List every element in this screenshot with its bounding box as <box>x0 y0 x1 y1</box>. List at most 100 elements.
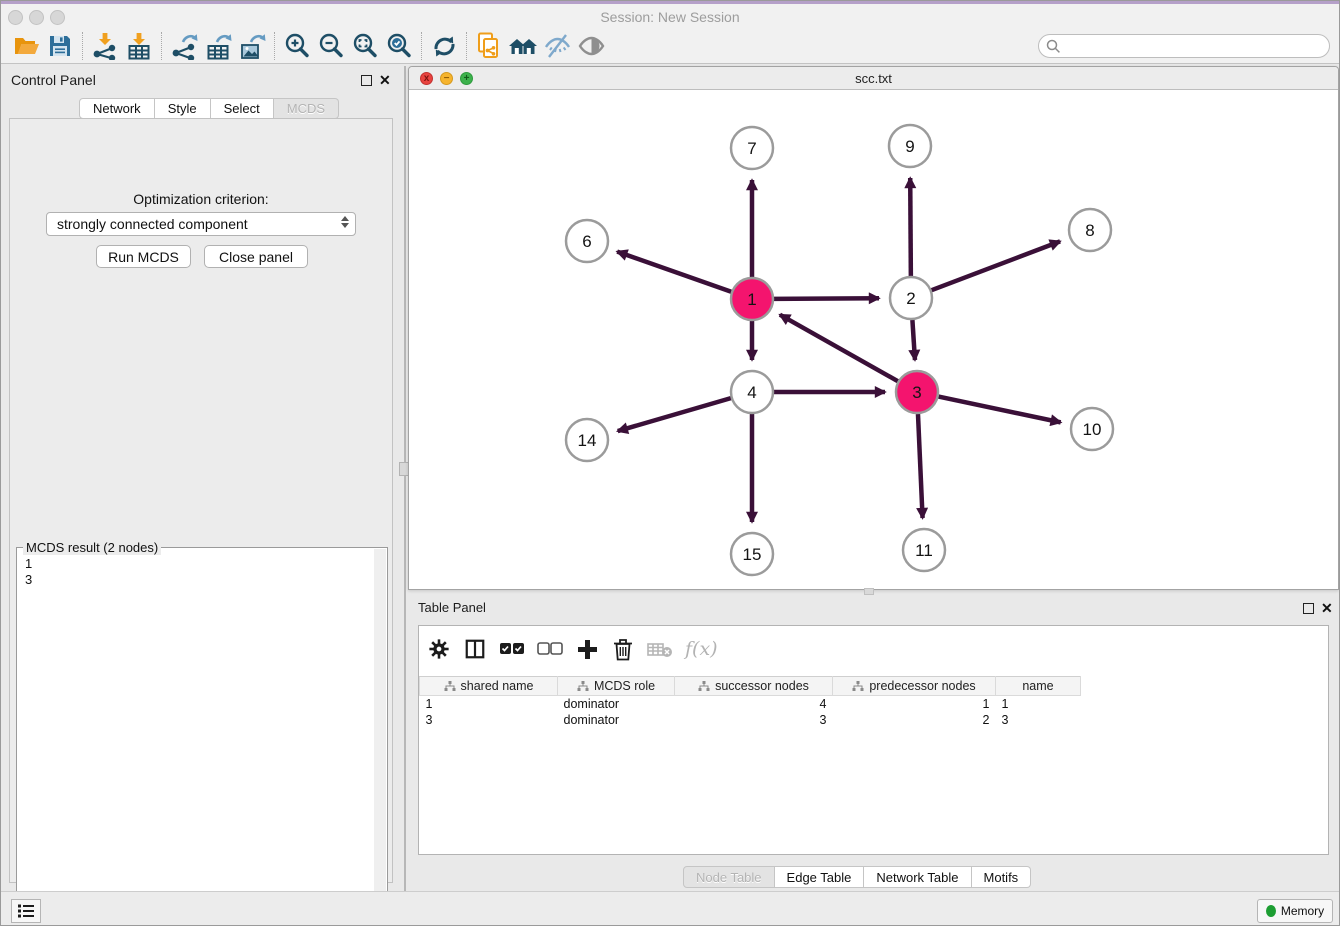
table-cell[interactable]: dominator <box>558 696 675 712</box>
graph-node-3[interactable]: 3 <box>896 371 938 413</box>
refresh-view-icon[interactable] <box>427 31 461 61</box>
export-table-icon[interactable] <box>201 31 235 61</box>
task-history-button[interactable] <box>11 899 41 923</box>
search-icon <box>1046 39 1061 54</box>
tab-network[interactable]: Network <box>79 98 155 119</box>
table-row[interactable]: 1dominator411 <box>420 696 1081 712</box>
graph-node-2[interactable]: 2 <box>890 277 932 319</box>
table-row[interactable]: 3dominator323 <box>420 712 1081 728</box>
mcds-panel: Optimization criterion: strongly connect… <box>9 118 393 883</box>
node-table[interactable]: shared nameMCDS rolesuccessor nodesprede… <box>419 676 1081 728</box>
edge-3-11[interactable] <box>918 414 923 518</box>
table-cell[interactable]: 3 <box>675 712 833 728</box>
memory-label: Memory <box>1281 904 1324 918</box>
import-table-icon[interactable] <box>122 31 156 61</box>
edge-4-14[interactable] <box>618 398 731 431</box>
apply-function-icon: f(x) <box>685 636 718 662</box>
table-cell[interactable]: 1 <box>833 696 996 712</box>
graph-node-15[interactable]: 15 <box>731 533 773 575</box>
network-view-window[interactable]: x − + scc.txt 1 2 3 4 6 7 8 9 10 11 14 15 <box>408 66 1339 590</box>
table-cell[interactable]: 2 <box>833 712 996 728</box>
result-scrollbar[interactable] <box>374 549 386 920</box>
panel-layout-icon[interactable] <box>463 636 487 662</box>
reset-layout-icon[interactable] <box>506 31 540 61</box>
graph-node-9[interactable]: 9 <box>889 125 931 167</box>
close-table-panel-icon[interactable]: ✕ <box>1321 603 1333 614</box>
tab-motifs[interactable]: Motifs <box>972 866 1032 888</box>
edge-2-3[interactable] <box>912 320 915 360</box>
zoom-fit-icon[interactable] <box>348 31 382 61</box>
deselect-all-rows-icon[interactable] <box>537 636 563 662</box>
add-column-icon[interactable] <box>575 636 599 662</box>
edge-1-2[interactable] <box>774 298 879 299</box>
optimization-criterion-label: Optimization criterion: <box>10 191 392 207</box>
column-header-MCDS-role[interactable]: MCDS role <box>558 677 675 696</box>
tab-node-table[interactable]: Node Table <box>683 866 775 888</box>
network-graph-canvas[interactable]: 1 2 3 4 6 7 8 9 10 11 14 15 <box>410 90 1338 590</box>
table-cell[interactable]: 1 <box>996 696 1081 712</box>
graph-node-1[interactable]: 1 <box>731 278 773 320</box>
run-mcds-button[interactable]: Run MCDS <box>96 245 191 268</box>
criterion-value: strongly connected component <box>57 216 248 232</box>
float-table-panel-icon[interactable] <box>1303 603 1314 614</box>
toolbar-separator <box>274 32 275 60</box>
export-image-icon[interactable] <box>235 31 269 61</box>
tab-mcds[interactable]: MCDS <box>274 98 339 119</box>
tab-edge-table[interactable]: Edge Table <box>775 866 865 888</box>
tab-style[interactable]: Style <box>155 98 211 119</box>
export-network-icon[interactable] <box>167 31 201 61</box>
show-panels-icon <box>574 31 608 61</box>
close-panel-icon[interactable]: ✕ <box>379 75 391 86</box>
search-input[interactable] <box>1065 37 1329 55</box>
control-panel-tabs: NetworkStyleSelectMCDS <box>79 98 339 119</box>
table-cell[interactable]: dominator <box>558 712 675 728</box>
panel-divider[interactable] <box>404 66 406 891</box>
dropdown-stepper-icon <box>341 216 349 228</box>
search-field[interactable] <box>1038 34 1330 58</box>
table-cell[interactable]: 4 <box>675 696 833 712</box>
edge-1-6[interactable] <box>617 252 731 292</box>
svg-text:3: 3 <box>912 383 921 402</box>
edge-2-8[interactable] <box>932 241 1061 290</box>
tab-select[interactable]: Select <box>211 98 274 119</box>
clone-network-icon[interactable] <box>472 31 506 61</box>
graph-node-6[interactable]: 6 <box>566 220 608 262</box>
open-session-icon[interactable] <box>9 31 43 61</box>
hide-panels-icon[interactable] <box>540 31 574 61</box>
import-network-icon[interactable] <box>88 31 122 61</box>
memory-status-icon <box>1266 905 1276 917</box>
graph-node-14[interactable]: 14 <box>566 419 608 461</box>
table-cell[interactable]: 1 <box>420 696 558 712</box>
column-header-shared-name[interactable]: shared name <box>420 677 558 696</box>
close-panel-button[interactable]: Close panel <box>204 245 308 268</box>
float-panel-icon[interactable] <box>361 75 372 86</box>
graph-node-11[interactable]: 11 <box>903 529 945 571</box>
select-all-rows-icon[interactable] <box>499 636 525 662</box>
column-header-successor-nodes[interactable]: successor nodes <box>675 677 833 696</box>
svg-text:2: 2 <box>906 289 915 308</box>
column-header-predecessor-nodes[interactable]: predecessor nodes <box>833 677 996 696</box>
edge-3-1[interactable] <box>780 315 898 381</box>
toolbar-separator <box>466 32 467 60</box>
graph-node-7[interactable]: 7 <box>731 127 773 169</box>
edge-3-10[interactable] <box>939 397 1061 423</box>
delete-column-icon[interactable] <box>611 636 635 662</box>
graph-node-4[interactable]: 4 <box>731 371 773 413</box>
zoom-in-icon[interactable] <box>280 31 314 61</box>
network-window-titlebar[interactable]: x − + scc.txt <box>409 67 1338 90</box>
svg-text:9: 9 <box>905 137 914 156</box>
column-header-name[interactable]: name <box>996 677 1081 696</box>
zoom-selected-icon[interactable] <box>382 31 416 61</box>
memory-button[interactable]: Memory <box>1257 899 1333 923</box>
criterion-dropdown[interactable]: strongly connected component <box>46 212 356 236</box>
save-session-icon[interactable] <box>43 31 77 61</box>
table-divider-grip[interactable] <box>864 588 874 595</box>
table-cell[interactable]: 3 <box>996 712 1081 728</box>
graph-node-10[interactable]: 10 <box>1071 408 1113 450</box>
column-settings-gear-icon[interactable] <box>427 636 451 662</box>
edge-2-9[interactable] <box>910 178 911 276</box>
graph-node-8[interactable]: 8 <box>1069 209 1111 251</box>
zoom-out-icon[interactable] <box>314 31 348 61</box>
tab-network-table[interactable]: Network Table <box>864 866 971 888</box>
table-cell[interactable]: 3 <box>420 712 558 728</box>
